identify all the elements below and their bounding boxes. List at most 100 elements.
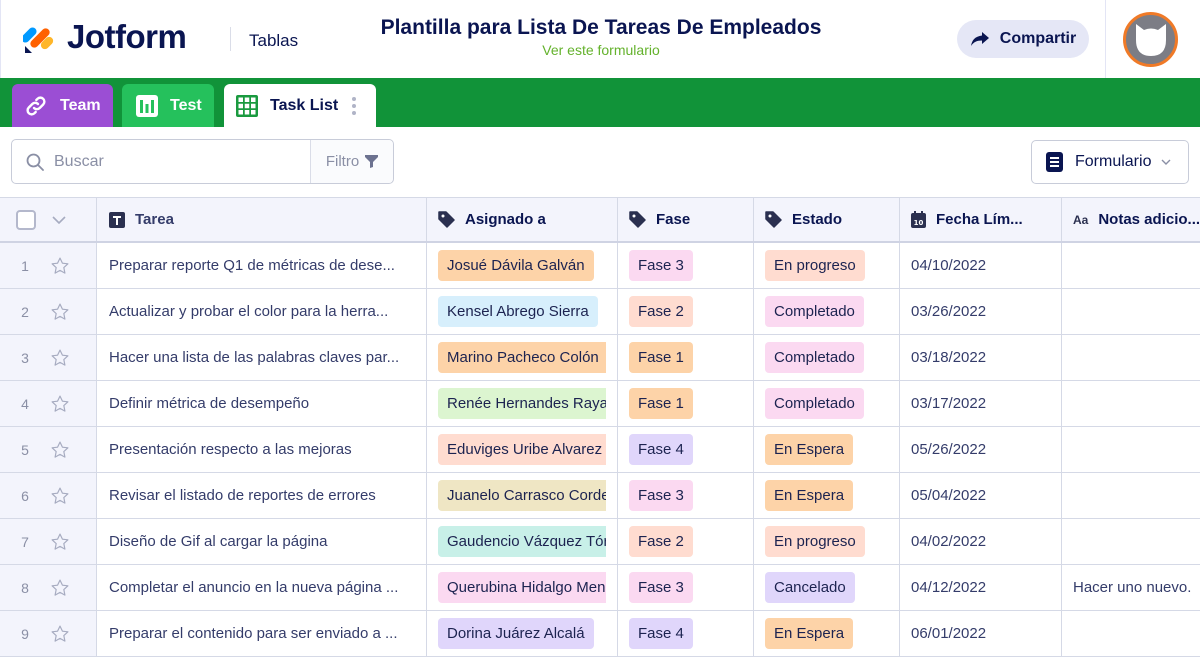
column-header-notas[interactable]: Aa Notas adicio...: [1062, 198, 1200, 241]
status-cell[interactable]: Cancelado: [754, 565, 900, 610]
view-form-link[interactable]: Ver este formulario: [301, 42, 901, 58]
star-icon[interactable]: [50, 348, 70, 368]
table-row[interactable]: 2 Actualizar y probar el color para la he…: [0, 289, 1200, 335]
phase-cell[interactable]: Fase 4: [618, 427, 754, 472]
phase-cell[interactable]: Fase 3: [618, 473, 754, 518]
table-row[interactable]: 3 Hacer una lista de las palabras claves …: [0, 335, 1200, 381]
table-row[interactable]: 6 Revisar el listado de reportes de error…: [0, 473, 1200, 519]
task-cell[interactable]: Preparar reporte Q1 de métricas de dese.…: [97, 243, 427, 288]
notes-cell[interactable]: [1062, 473, 1200, 518]
column-header-fase[interactable]: Fase: [618, 198, 754, 241]
filter-button[interactable]: Filtro: [310, 140, 393, 183]
task-cell[interactable]: Preparar el contenido para ser enviado a…: [97, 611, 427, 656]
date-cell[interactable]: 06/01/2022: [900, 611, 1062, 656]
task-cell[interactable]: Revisar el listado de reportes de errore…: [97, 473, 427, 518]
star-icon[interactable]: [50, 624, 70, 644]
column-header-estado[interactable]: Estado: [754, 198, 900, 241]
assignee-cell[interactable]: Eduviges Uribe Alvarez: [427, 427, 618, 472]
notes-cell[interactable]: Hacer uno nuevo.: [1062, 565, 1200, 610]
tab-test[interactable]: Test: [122, 84, 214, 127]
tab-more-icon[interactable]: [352, 96, 357, 115]
notes-cell[interactable]: [1062, 519, 1200, 564]
date-cell[interactable]: 04/12/2022: [900, 565, 1062, 610]
row-number: 2: [21, 303, 29, 320]
assignee-cell[interactable]: Dorina Juárez Alcalá: [427, 611, 618, 656]
tab-task-list[interactable]: Task List: [224, 84, 376, 127]
task-cell[interactable]: Hacer una lista de las palabras claves p…: [97, 335, 427, 380]
column-label: Notas adicio...: [1098, 211, 1200, 228]
table-row[interactable]: 8 Completar el anuncio en la nueva página…: [0, 565, 1200, 611]
column-header-tarea[interactable]: Tarea: [97, 198, 427, 241]
table-row[interactable]: 5 Presentación respecto a las mejoras Eduv…: [0, 427, 1200, 473]
phase-cell[interactable]: Fase 3: [618, 565, 754, 610]
select-all-checkbox[interactable]: [16, 209, 36, 230]
date-cell[interactable]: 03/26/2022: [900, 289, 1062, 334]
status-cell[interactable]: Completado: [754, 335, 900, 380]
notes-cell[interactable]: [1062, 611, 1200, 656]
row-number: 8: [21, 579, 29, 596]
section-label[interactable]: Tablas: [249, 31, 298, 51]
notes-cell[interactable]: [1062, 335, 1200, 380]
table-row[interactable]: 1 Preparar reporte Q1 de métricas de dese…: [0, 243, 1200, 289]
task-cell[interactable]: Presentación respecto a las mejoras: [97, 427, 427, 472]
notes-cell[interactable]: [1062, 289, 1200, 334]
column-header-asignado[interactable]: Asignado a: [427, 198, 618, 241]
status-cell[interactable]: En Espera: [754, 473, 900, 518]
status-cell[interactable]: En Espera: [754, 611, 900, 656]
assignee-cell[interactable]: Kensel Abrego Sierra: [427, 289, 618, 334]
phase-cell[interactable]: Fase 4: [618, 611, 754, 656]
task-cell[interactable]: Diseño de Gif al cargar la página: [97, 519, 427, 564]
chevron-down-icon[interactable]: [52, 215, 66, 224]
share-button[interactable]: Compartir: [957, 20, 1089, 58]
assignee-cell[interactable]: Juanelo Carrasco Cordero: [427, 473, 618, 518]
star-icon[interactable]: [50, 394, 70, 414]
star-icon[interactable]: [50, 440, 70, 460]
date-cell[interactable]: 05/04/2022: [900, 473, 1062, 518]
user-avatar[interactable]: [1123, 12, 1178, 67]
table-row[interactable]: 7 Diseño de Gif al cargar la página Gauden…: [0, 519, 1200, 565]
status-cell[interactable]: Completado: [754, 289, 900, 334]
star-icon[interactable]: [50, 302, 70, 322]
tab-team[interactable]: Team: [12, 84, 113, 127]
task-text: Hacer una lista de las palabras claves p…: [109, 349, 400, 366]
task-cell[interactable]: Definir métrica de desempeño: [97, 381, 427, 426]
assignee-cell[interactable]: Renée Hernandes Raya: [427, 381, 618, 426]
task-cell[interactable]: Actualizar y probar el color para la her…: [97, 289, 427, 334]
phase-cell[interactable]: Fase 2: [618, 519, 754, 564]
phase-cell[interactable]: Fase 1: [618, 381, 754, 426]
row-number: 4: [21, 395, 29, 412]
phase-cell[interactable]: Fase 3: [618, 243, 754, 288]
assignee-cell[interactable]: Querubina Hidalgo Mendoza: [427, 565, 618, 610]
assignee-cell[interactable]: Gaudencio Vázquez Tórres: [427, 519, 618, 564]
status-cell[interactable]: En progreso: [754, 519, 900, 564]
tab-test-label: Test: [170, 96, 202, 114]
task-cell[interactable]: Completar el anuncio en la nueva página …: [97, 565, 427, 610]
date-cell[interactable]: 03/18/2022: [900, 335, 1062, 380]
star-icon[interactable]: [50, 578, 70, 598]
date-cell[interactable]: 04/02/2022: [900, 519, 1062, 564]
assignee-cell[interactable]: Josué Dávila Galván: [427, 243, 618, 288]
star-icon[interactable]: [50, 532, 70, 552]
phase-cell[interactable]: Fase 1: [618, 335, 754, 380]
assignee-cell[interactable]: Marino Pacheco Colón: [427, 335, 618, 380]
phase-cell[interactable]: Fase 2: [618, 289, 754, 334]
star-icon[interactable]: [50, 256, 70, 276]
status-cell[interactable]: En progreso: [754, 243, 900, 288]
date-cell[interactable]: 05/26/2022: [900, 427, 1062, 472]
notes-cell[interactable]: [1062, 243, 1200, 288]
status-cell[interactable]: Completado: [754, 381, 900, 426]
due-date: 05/04/2022: [911, 487, 987, 504]
table-row[interactable]: 9 Preparar el contenido para ser enviado …: [0, 611, 1200, 657]
jotform-logo[interactable]: Jotform: [23, 18, 187, 56]
notes-cell[interactable]: [1062, 381, 1200, 426]
date-cell[interactable]: 03/17/2022: [900, 381, 1062, 426]
text-aa-icon: Aa: [1073, 212, 1089, 227]
date-cell[interactable]: 04/10/2022: [900, 243, 1062, 288]
column-header-fecha[interactable]: 10 Fecha Lím...: [900, 198, 1062, 241]
form-view-dropdown[interactable]: Formulario: [1031, 140, 1189, 184]
status-cell[interactable]: En Espera: [754, 427, 900, 472]
table-row[interactable]: 4 Definir métrica de desempeño Renée Herna…: [0, 381, 1200, 427]
notes-cell[interactable]: [1062, 427, 1200, 472]
search-input[interactable]: [54, 152, 284, 171]
star-icon[interactable]: [50, 486, 70, 506]
